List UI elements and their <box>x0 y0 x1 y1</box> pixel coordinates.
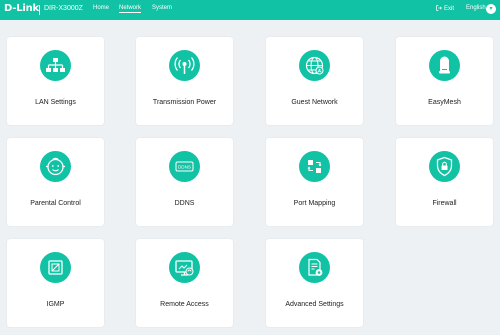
card-label: IGMP <box>46 301 65 308</box>
card-label: Remote Access <box>160 301 209 308</box>
wifi-signal-icon <box>169 50 200 81</box>
exit-button[interactable]: Exit <box>436 5 454 12</box>
card-label: LAN Settings <box>35 99 76 106</box>
nav-system[interactable]: System <box>152 5 172 11</box>
exit-icon <box>436 5 442 11</box>
card-lan-settings[interactable]: LAN Settings <box>7 37 104 125</box>
logo-divider <box>39 5 40 15</box>
card-firewall[interactable]: Firewall <box>396 138 493 226</box>
svg-text:DDNS: DDNS <box>178 165 191 170</box>
card-label: EasyMesh <box>428 99 461 106</box>
card-label: Guest Network <box>291 99 338 106</box>
language-selector[interactable]: English <box>466 5 486 11</box>
card-label: Parental Control <box>30 200 81 207</box>
igmp-icon <box>40 252 71 283</box>
lan-icon <box>40 50 71 81</box>
port-mapping-icon <box>299 151 330 182</box>
nav-home[interactable]: Home <box>93 5 109 11</box>
exit-label: Exit <box>444 6 455 12</box>
guest-globe-icon <box>299 50 330 81</box>
child-face-icon <box>40 151 71 182</box>
card-label: Advanced Settings <box>285 301 344 308</box>
card-easymesh[interactable]: EasyMesh <box>396 37 493 125</box>
card-label: Firewall <box>432 200 457 207</box>
card-transmission-power[interactable]: Transmission Power <box>136 37 233 125</box>
shield-lock-icon <box>429 151 460 182</box>
card-igmp[interactable]: IGMP <box>7 239 104 327</box>
chevron-down-icon[interactable]: ▾ <box>486 4 496 14</box>
card-remote-access[interactable]: Remote Access <box>136 239 233 327</box>
card-guest-network[interactable]: Guest Network <box>266 37 363 125</box>
nav-network[interactable]: Network <box>119 5 142 13</box>
card-advanced-settings[interactable]: Advanced Settings <box>266 239 363 327</box>
card-label: DDNS <box>174 200 195 207</box>
mesh-router-icon <box>429 50 460 81</box>
card-label: Port Mapping <box>293 200 336 207</box>
card-label: Transmission Power <box>152 99 217 106</box>
model-name: DIR-X3000Z <box>44 5 83 12</box>
dlink-logo: D-Link <box>4 3 40 14</box>
remote-access-icon <box>169 252 200 283</box>
card-ddns[interactable]: DDNS DDNS <box>136 138 233 226</box>
card-port-mapping[interactable]: Port Mapping <box>266 138 363 226</box>
ddns-icon: DDNS <box>169 151 200 182</box>
advanced-settings-icon <box>299 252 330 283</box>
card-parental-control[interactable]: Parental Control <box>7 138 104 226</box>
top-bar: D-Link DIR-X3000Z Home Network System Ex… <box>0 0 500 20</box>
